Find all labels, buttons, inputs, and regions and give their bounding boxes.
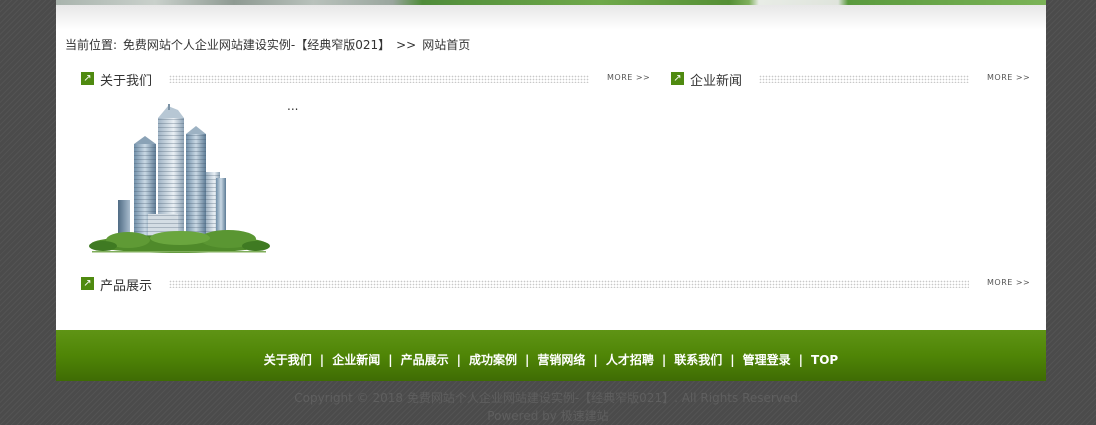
breadcrumb-current[interactable]: 网站首页 [422,38,470,52]
footer-link-products[interactable]: 产品展示 [401,353,449,367]
powered-by: Powered by 极速建站 [0,407,1096,424]
about-more-link[interactable]: MORE >> [607,73,650,82]
footer-link-jobs[interactable]: 人才招聘 [606,353,654,367]
section-products-header: ↗ 产品展示 MORE >> [81,276,1030,294]
footer-separator: | [593,353,598,367]
footer-link-admin-login[interactable]: 管理登录 [743,353,791,367]
breadcrumb-separator: >> [396,38,417,52]
section-divider-dots [169,280,969,288]
arrow-up-right-icon: ↗ [671,72,684,85]
arrow-up-right-icon: ↗ [81,72,94,85]
section-news-title: 企业新闻 [690,74,743,89]
breadcrumb: 当前位置: 免费网站个人企业网站建设实例-【经典窄版021】 >> 网站首页 [65,36,470,53]
section-about-header: ↗ 关于我们 MORE >> [81,71,650,89]
footer-separator: | [456,353,461,367]
footer-link-contact[interactable]: 联系我们 [674,353,722,367]
footer-separator: | [730,353,735,367]
footer-link-about[interactable]: 关于我们 [264,353,312,367]
section-divider-dots [759,75,969,83]
section-news-header: ↗ 企业新闻 MORE >> [671,71,1030,89]
section-divider-dots [169,75,589,83]
copyright-text: Copyright © 2018 免费网站个人企业网站建设实例-【经典窄版021… [294,391,802,405]
footer-separator: | [388,353,393,367]
footer-link-top[interactable]: TOP [811,353,838,367]
footer-link-network[interactable]: 营销网络 [537,353,585,367]
footer-nav-links: 关于我们 | 企业新闻 | 产品展示 | 成功案例 | 营销网络 | 人才招聘 | 联系我们 | 管理登录 |… [56,351,1046,368]
footer-separator: | [525,353,530,367]
footer-link-cases[interactable]: 成功案例 [469,353,517,367]
footer-link-news[interactable]: 企业新闻 [332,353,380,367]
breadcrumb-prefix: 当前位置: [65,38,121,52]
news-more-link[interactable]: MORE >> [987,73,1030,82]
footer-separator: | [661,353,667,367]
footer-separator: | [798,353,804,367]
products-more-link[interactable]: MORE >> [987,278,1030,287]
building-photo [89,104,270,253]
breadcrumb-site-link[interactable]: 免费网站个人企业网站建设实例-【经典窄版021】 [123,38,390,52]
banner-fade [56,5,1046,30]
main-content-panel: 当前位置: 免费网站个人企业网站建设实例-【经典窄版021】 >> 网站首页 ↗ 关… [56,0,1046,330]
arrow-up-right-icon: ↗ [81,277,94,290]
powered-by-prefix: Powered by [487,409,561,423]
about-content-ellipsis: ... [287,99,299,113]
section-products-title: 产品展示 [100,279,153,294]
footer-nav-bar: 关于我们 | 企业新闻 | 产品展示 | 成功案例 | 营销网络 | 人才招聘 | 联系我们 | 管理登录 |… [56,330,1046,381]
footer-separator: | [319,353,325,367]
section-about-title: 关于我们 [100,74,153,89]
powered-by-link[interactable]: 极速建站 [561,409,609,423]
